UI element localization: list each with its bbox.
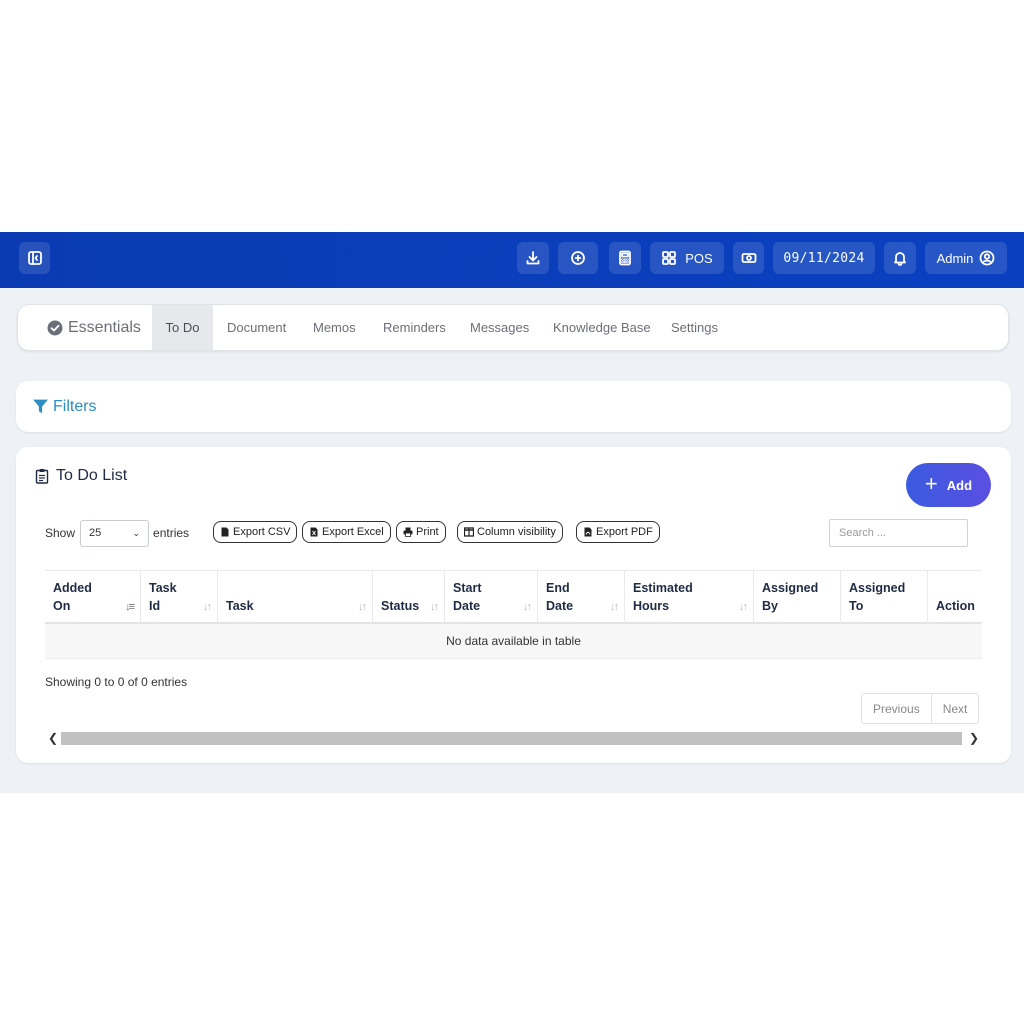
sidebar-toggle-button[interactable] [19,242,50,274]
plus-icon: + [924,471,938,496]
tab-messages[interactable]: Messages [470,305,529,350]
export-pdf-label: Export PDF [596,526,653,538]
module-brand: Essentials [47,305,141,350]
tab-document[interactable]: Document [227,305,286,350]
todo-list-title: To Do List [35,467,127,485]
todo-table: Added On ↓≡ Task Id ↓↑ Task ↓↑ Status ↓↑ S… [45,570,982,659]
page-length-value: 25 [89,527,102,539]
sort-icon: ↓↑ [610,601,619,613]
column-visibility-button[interactable]: Column visibility [457,521,563,543]
tab-settings[interactable]: Settings [671,305,718,350]
column-header-assigned-by[interactable]: Assigned By [754,571,841,623]
sort-desc-icon: ↓≡ [125,601,135,613]
add-todo-button[interactable]: + Add [906,463,991,507]
pagination: Previous Next [861,693,980,724]
column-header-estimated-hours[interactable]: Estimated Hours ↓↑ [625,571,754,623]
sort-icon: ↓↑ [203,601,212,613]
user-circle-icon [980,250,995,266]
filters-panel: Filters [16,381,1011,432]
current-date-button[interactable]: 09/11/2024 [773,242,875,274]
columns-icon [464,527,474,537]
export-csv-label: Export CSV [233,526,291,538]
calculator-icon [619,250,631,266]
plus-circle-icon [571,251,585,265]
scroll-right-icon[interactable]: ❯ [966,730,982,746]
page-length-select[interactable]: 25 ⌄ [80,519,150,547]
sort-icon: ↓↑ [358,601,367,613]
next-page-button[interactable]: Next [930,694,979,723]
clipboard-icon [35,469,49,484]
pos-label: POS [685,250,713,266]
print-label: Print [416,526,439,538]
download-button[interactable] [517,242,549,274]
column-visibility-label: Column visibility [477,526,556,538]
user-menu-button[interactable]: Admin [925,242,1007,274]
file-pdf-icon [584,527,592,537]
grid-icon [662,251,677,265]
tab-to-do[interactable]: To Do [152,305,213,350]
previous-page-button[interactable]: Previous [862,694,931,723]
sort-icon: ↓↑ [739,601,748,613]
column-header-task-id[interactable]: Task Id ↓↑ [141,571,218,623]
sidebar-toggle-icon [27,251,42,265]
column-header-start-date[interactable]: Start Date ↓↑ [445,571,538,623]
export-csv-button[interactable]: Export CSV [213,521,298,543]
empty-table-row: No data available in table [45,624,982,659]
todo-list-card: To Do List + Add Show 25 ⌄ entries Expor… [16,447,1011,763]
column-header-task[interactable]: Task ↓↑ [218,571,373,623]
column-header-assigned-to[interactable]: Assigned To [841,571,928,623]
funnel-icon [33,399,48,414]
module-tabs: Essentials To Do Document Memos Reminder… [17,304,1009,351]
sort-icon: ↓↑ [523,601,532,613]
file-csv-icon [221,527,229,537]
add-label: Add [946,477,973,493]
column-header-status[interactable]: Status ↓↑ [373,571,445,623]
table-search-input[interactable]: Search ... [829,519,968,547]
top-navbar: POS 09/11/2024 Admin [0,232,1024,288]
table-info: Showing 0 to 0 of 0 entries [45,675,188,689]
column-header-end-date[interactable]: End Date ↓↑ [538,571,625,623]
export-excel-label: Export Excel [322,526,384,538]
cash-register-button[interactable] [733,242,764,274]
page-length-control: Show 25 ⌄ entries [45,519,190,547]
scroll-left-icon[interactable]: ❮ [45,730,61,746]
tab-memos[interactable]: Memos [313,305,356,350]
export-pdf-button[interactable]: Export PDF [576,521,660,543]
printer-icon [403,527,413,537]
scrollbar-thumb[interactable] [61,732,962,745]
horizontal-scrollbar[interactable]: ❮ ❯ [45,730,982,746]
show-label: Show [45,526,76,540]
module-brand-label: Essentials [68,318,141,336]
quick-add-button[interactable] [558,242,598,274]
check-circle-icon [47,320,63,335]
table-header: Added On ↓≡ Task Id ↓↑ Task ↓↑ Status ↓↑ S… [45,570,982,624]
column-header-added-on[interactable]: Added On ↓≡ [45,571,141,623]
app-shell: POS 09/11/2024 Admin Essentials To Do Do… [0,232,1024,793]
pos-button[interactable]: POS [650,242,724,274]
entries-label: entries [153,526,190,540]
filters-label: Filters [53,397,97,415]
calculator-button[interactable] [609,242,641,274]
tab-reminders[interactable]: Reminders [383,305,446,350]
download-icon [526,251,540,265]
print-button[interactable]: Print [396,521,446,543]
money-icon [741,253,756,263]
tab-knowledge-base[interactable]: Knowledge Base [553,305,651,350]
chevron-down-icon: ⌄ [132,527,141,538]
sort-icon: ↓↑ [430,601,439,613]
bell-icon [894,252,906,266]
filters-toggle[interactable]: Filters [32,381,97,432]
file-excel-icon [310,527,318,537]
todo-list-title-text: To Do List [56,467,128,484]
column-header-action: Action [936,599,975,613]
export-excel-button[interactable]: Export Excel [302,521,391,543]
user-name: Admin [936,250,974,266]
notifications-button[interactable] [884,242,916,274]
